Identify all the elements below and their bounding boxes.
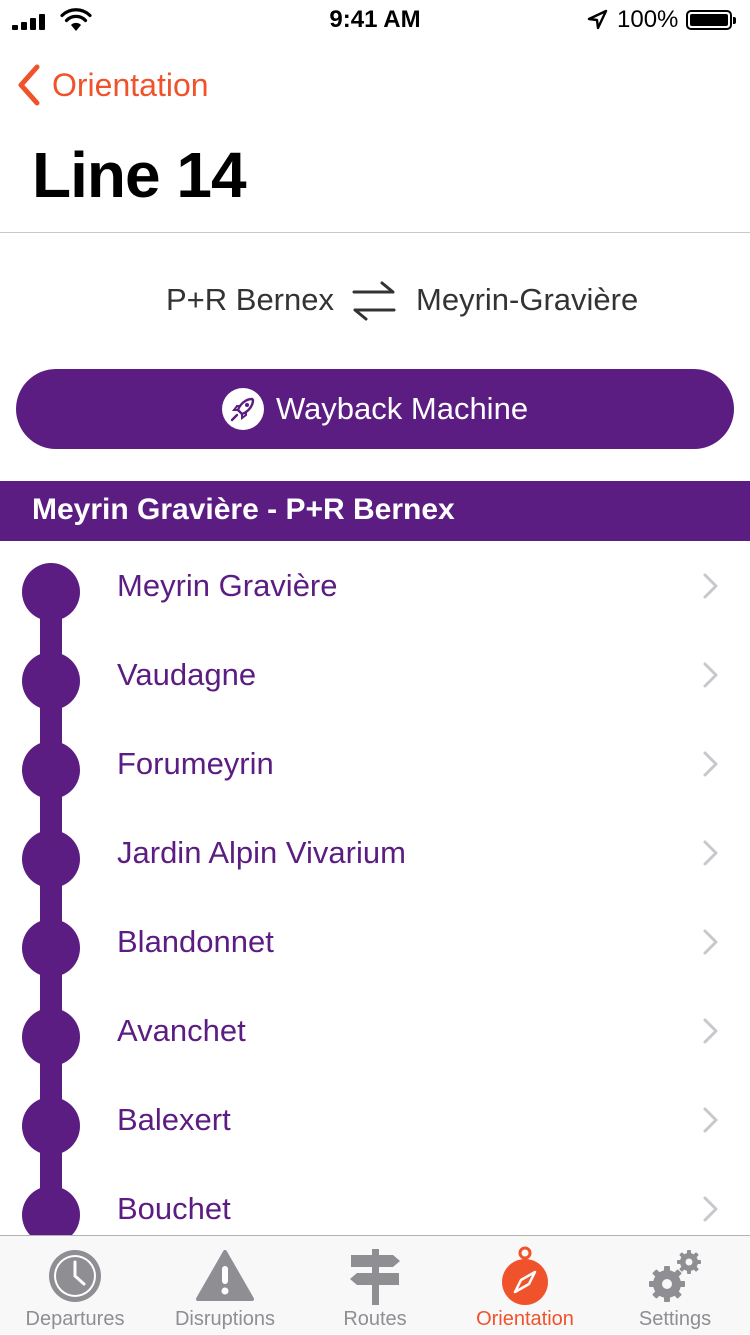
stop-row[interactable]: Vaudagne — [0, 630, 750, 719]
tab-routes[interactable]: Routes — [300, 1236, 450, 1335]
wayback-machine-label: Wayback Machine — [275, 391, 529, 426]
location-arrow-icon — [587, 9, 608, 30]
stop-row[interactable]: Jardin Alpin Vivarium — [0, 808, 750, 897]
stop-dot — [22, 830, 80, 888]
page-title: Line 14 — [32, 139, 247, 211]
stop-name: Vaudagne — [117, 657, 257, 692]
back-button[interactable]: Orientation — [16, 62, 209, 108]
warning-icon — [195, 1246, 255, 1306]
tab-disruptions[interactable]: Disruptions — [150, 1236, 300, 1335]
stop-dot — [22, 741, 80, 799]
chevron-right-icon — [703, 751, 718, 777]
tab-settings[interactable]: Settings — [600, 1236, 750, 1335]
battery-percentage: 100% — [617, 6, 679, 33]
stop-row[interactable]: Avanchet — [0, 986, 750, 1075]
signpost-icon — [345, 1246, 405, 1306]
stop-name: Blandonnet — [117, 924, 274, 959]
stop-row[interactable]: Meyrin Gravière — [0, 541, 750, 630]
chevron-right-icon — [703, 573, 718, 599]
tab-orientation[interactable]: Orientation — [450, 1236, 600, 1335]
stop-name: Bouchet — [117, 1191, 231, 1226]
stop-dot — [22, 1186, 80, 1235]
tab-label: Settings — [638, 1308, 712, 1330]
stop-dot — [22, 652, 80, 710]
tab-label: Disruptions — [174, 1308, 276, 1330]
stop-name: Meyrin Gravière — [117, 568, 338, 603]
chevron-right-icon — [703, 840, 718, 866]
stop-dot — [22, 1008, 80, 1066]
stop-name: Jardin Alpin Vivarium — [117, 835, 406, 870]
stop-name: Forumeyrin — [117, 746, 274, 781]
tab-bar: Departures Disruptions Routes Orientatio… — [0, 1235, 750, 1334]
stop-row[interactable]: Blandonnet — [0, 897, 750, 986]
gears-icon — [645, 1246, 705, 1306]
rocket-icon — [221, 388, 264, 430]
chevron-right-icon — [703, 1018, 718, 1044]
tab-departures[interactable]: Departures — [0, 1236, 150, 1335]
direction-from: P+R Bernex — [165, 282, 334, 317]
stop-dot — [22, 1097, 80, 1155]
stop-name: Avanchet — [117, 1013, 246, 1048]
swap-direction-icon[interactable] — [350, 278, 398, 322]
chevron-left-icon — [18, 64, 40, 106]
direction-row: P+R Bernex Meyrin-Gravière — [0, 276, 750, 326]
clock-icon — [45, 1246, 105, 1306]
battery-icon — [686, 10, 736, 30]
stop-row[interactable]: Bouchet — [0, 1164, 750, 1235]
stop-name: Balexert — [117, 1102, 231, 1137]
stop-row[interactable]: Forumeyrin — [0, 719, 750, 808]
status-bar: 9:41 AM 100% — [0, 0, 750, 40]
tab-label: Departures — [25, 1308, 125, 1330]
section-header: Meyrin Gravière - P+R Bernex — [0, 481, 750, 541]
back-button-label: Orientation — [52, 66, 209, 103]
compass-icon — [495, 1246, 555, 1306]
direction-to: Meyrin-Gravière — [416, 282, 639, 317]
chevron-right-icon — [703, 662, 718, 688]
stop-row[interactable]: Balexert — [0, 1075, 750, 1164]
chevron-right-icon — [703, 929, 718, 955]
header-divider — [0, 232, 750, 233]
tab-label: Routes — [343, 1308, 407, 1330]
stops-list: Meyrin Gravière Vaudagne Forumeyrin Jard… — [0, 541, 750, 1235]
stop-dot — [22, 563, 80, 621]
chevron-right-icon — [703, 1107, 718, 1133]
chevron-right-icon — [703, 1196, 718, 1222]
stop-dot — [22, 919, 80, 977]
tab-label: Orientation — [476, 1308, 574, 1330]
section-title: Meyrin Gravière - P+R Bernex — [32, 493, 455, 526]
wayback-machine-button[interactable]: Wayback Machine — [16, 369, 734, 449]
